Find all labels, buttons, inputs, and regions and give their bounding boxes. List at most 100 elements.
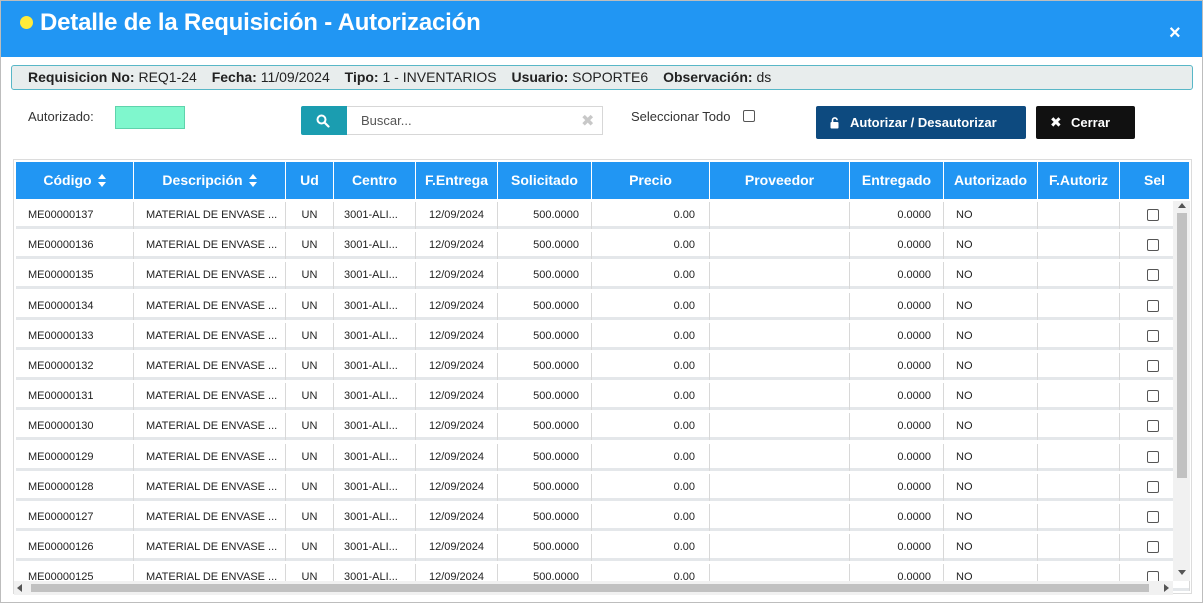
table-row[interactable]: ME00000128 MATERIAL DE ENVASE ... UN 3001-A…: [16, 473, 1190, 501]
scroll-up-icon[interactable]: [1178, 203, 1186, 208]
cell-precio: 0.00: [592, 353, 710, 380]
column-header-precio[interactable]: Precio: [592, 162, 710, 199]
table-row[interactable]: ME00000134 MATERIAL DE ENVASE ... UN 3001-A…: [16, 292, 1190, 320]
row-select-checkbox[interactable]: [1147, 390, 1159, 403]
column-header-sel[interactable]: Sel: [1120, 162, 1190, 199]
sort-icon[interactable]: [97, 174, 106, 187]
scroll-right-icon[interactable]: [1164, 584, 1169, 592]
close-button-label: Cerrar: [1071, 115, 1111, 130]
cell-precio: 0.00: [592, 534, 710, 562]
table-row[interactable]: ME00000129 MATERIAL DE ENVASE ... UN 3001-A…: [16, 443, 1190, 471]
cell-ud: UN: [286, 202, 334, 229]
horizontal-scrollbar[interactable]: [14, 581, 1173, 595]
cell-descripcion: MATERIAL DE ENVASE ...: [134, 262, 286, 290]
cell-fentrega: 12/09/2024: [416, 322, 498, 350]
table-row[interactable]: ME00000131 MATERIAL DE ENVASE ... UN 3001-A…: [16, 383, 1190, 411]
close-icon[interactable]: ×: [1169, 23, 1181, 43]
column-header-label: Precio: [629, 172, 672, 188]
close-button[interactable]: ✖ Cerrar: [1036, 106, 1135, 139]
table-row[interactable]: ME00000127 MATERIAL DE ENVASE ... UN 3001-A…: [16, 504, 1190, 531]
cell-codigo: ME00000131: [16, 383, 134, 411]
cell-fentrega: 12/09/2024: [416, 232, 498, 260]
row-select-checkbox[interactable]: [1147, 299, 1159, 312]
cell-proveedor: [710, 292, 850, 320]
column-header-ud[interactable]: Ud: [286, 162, 334, 199]
table-row[interactable]: ME00000137 MATERIAL DE ENVASE ... UN 3001-A…: [16, 202, 1190, 229]
column-header-autorizado[interactable]: Autorizado: [944, 162, 1038, 199]
column-header-proveedor[interactable]: Proveedor: [710, 162, 850, 199]
cell-entregado: 0.0000: [850, 504, 944, 531]
row-select-checkbox[interactable]: [1147, 239, 1159, 252]
cell-precio: 0.00: [592, 443, 710, 471]
tipo-label: Tipo:: [344, 69, 379, 85]
row-select-checkbox[interactable]: [1147, 511, 1159, 523]
column-header-solicitado[interactable]: Solicitado: [498, 162, 592, 199]
row-select-checkbox[interactable]: [1147, 450, 1159, 463]
cell-fautoriz: [1038, 353, 1120, 380]
cell-entregado: 0.0000: [850, 443, 944, 471]
cell-precio: 0.00: [592, 413, 710, 441]
column-header-label: Solicitado: [511, 172, 578, 188]
row-select-checkbox[interactable]: [1147, 269, 1159, 282]
cell-proveedor: [710, 473, 850, 501]
scroll-left-icon[interactable]: [17, 584, 22, 592]
cell-fautoriz: [1038, 443, 1120, 471]
column-header-fautoriz[interactable]: F.Autoriz: [1038, 162, 1120, 199]
row-select-checkbox[interactable]: [1147, 209, 1159, 221]
table-row[interactable]: ME00000135 MATERIAL DE ENVASE ... UN 3001-A…: [16, 262, 1190, 290]
row-select-checkbox[interactable]: [1147, 541, 1159, 554]
table-row[interactable]: ME00000132 MATERIAL DE ENVASE ... UN 3001-A…: [16, 353, 1190, 380]
cell-precio: 0.00: [592, 504, 710, 531]
horizontal-scroll-thumb[interactable]: [31, 584, 1149, 592]
unlock-icon: [830, 117, 839, 129]
table-row[interactable]: ME00000130 MATERIAL DE ENVASE ... UN 3001-A…: [16, 413, 1190, 441]
cell-centro: 3001-ALI...: [334, 262, 416, 290]
req-no-label: Requisicion No:: [28, 69, 135, 85]
cell-solicitado: 500.0000: [498, 413, 592, 441]
modal-header: Detalle de la Requisición - Autorización…: [1, 1, 1202, 57]
cell-ud: UN: [286, 383, 334, 411]
column-header-fentrega[interactable]: F.Entrega: [416, 162, 498, 199]
search-button[interactable]: [301, 106, 347, 135]
cell-proveedor: [710, 202, 850, 229]
cell-codigo: ME00000127: [16, 504, 134, 531]
column-header-descripcion[interactable]: Descripción: [134, 162, 286, 199]
cell-fautoriz: [1038, 534, 1120, 562]
row-select-checkbox[interactable]: [1147, 360, 1159, 372]
cell-precio: 0.00: [592, 232, 710, 260]
fecha-value: 11/09/2024: [260, 69, 330, 85]
vertical-scroll-thumb[interactable]: [1177, 213, 1187, 478]
row-select-checkbox[interactable]: [1147, 480, 1159, 493]
cell-codigo: ME00000128: [16, 473, 134, 501]
observacion-value: ds: [756, 69, 772, 85]
cell-solicitado: 500.0000: [498, 202, 592, 229]
cell-solicitado: 500.0000: [498, 504, 592, 531]
column-header-codigo[interactable]: Código: [16, 162, 134, 199]
table-row[interactable]: ME00000136 MATERIAL DE ENVASE ... UN 3001-A…: [16, 232, 1190, 260]
select-all-checkbox[interactable]: [743, 110, 755, 122]
authorize-toggle-button[interactable]: Autorizar / Desautorizar: [816, 106, 1026, 139]
scroll-down-icon[interactable]: [1178, 570, 1186, 575]
table-row[interactable]: ME00000126 MATERIAL DE ENVASE ... UN 3001-A…: [16, 534, 1190, 562]
cell-centro: 3001-ALI...: [334, 473, 416, 501]
cell-solicitado: 500.0000: [498, 262, 592, 290]
cell-proveedor: [710, 534, 850, 562]
search-input[interactable]: [347, 106, 603, 135]
table-row[interactable]: ME00000133 MATERIAL DE ENVASE ... UN 3001-A…: [16, 322, 1190, 350]
cell-fentrega: 12/09/2024: [416, 202, 498, 229]
vertical-scrollbar[interactable]: [1173, 201, 1190, 581]
cell-centro: 3001-ALI...: [334, 202, 416, 229]
cell-descripcion: MATERIAL DE ENVASE ...: [134, 353, 286, 380]
row-select-checkbox[interactable]: [1147, 420, 1159, 433]
cell-fautoriz: [1038, 383, 1120, 411]
cell-solicitado: 500.0000: [498, 292, 592, 320]
clear-search-icon[interactable]: ✖: [581, 111, 594, 131]
column-header-centro[interactable]: Centro: [334, 162, 416, 199]
column-header-entregado[interactable]: Entregado: [850, 162, 944, 199]
cell-autorizado: NO: [944, 322, 1038, 350]
cell-entregado: 0.0000: [850, 383, 944, 411]
sort-icon[interactable]: [248, 174, 257, 187]
cell-precio: 0.00: [592, 473, 710, 501]
cell-descripcion: MATERIAL DE ENVASE ...: [134, 413, 286, 441]
row-select-checkbox[interactable]: [1147, 329, 1159, 342]
